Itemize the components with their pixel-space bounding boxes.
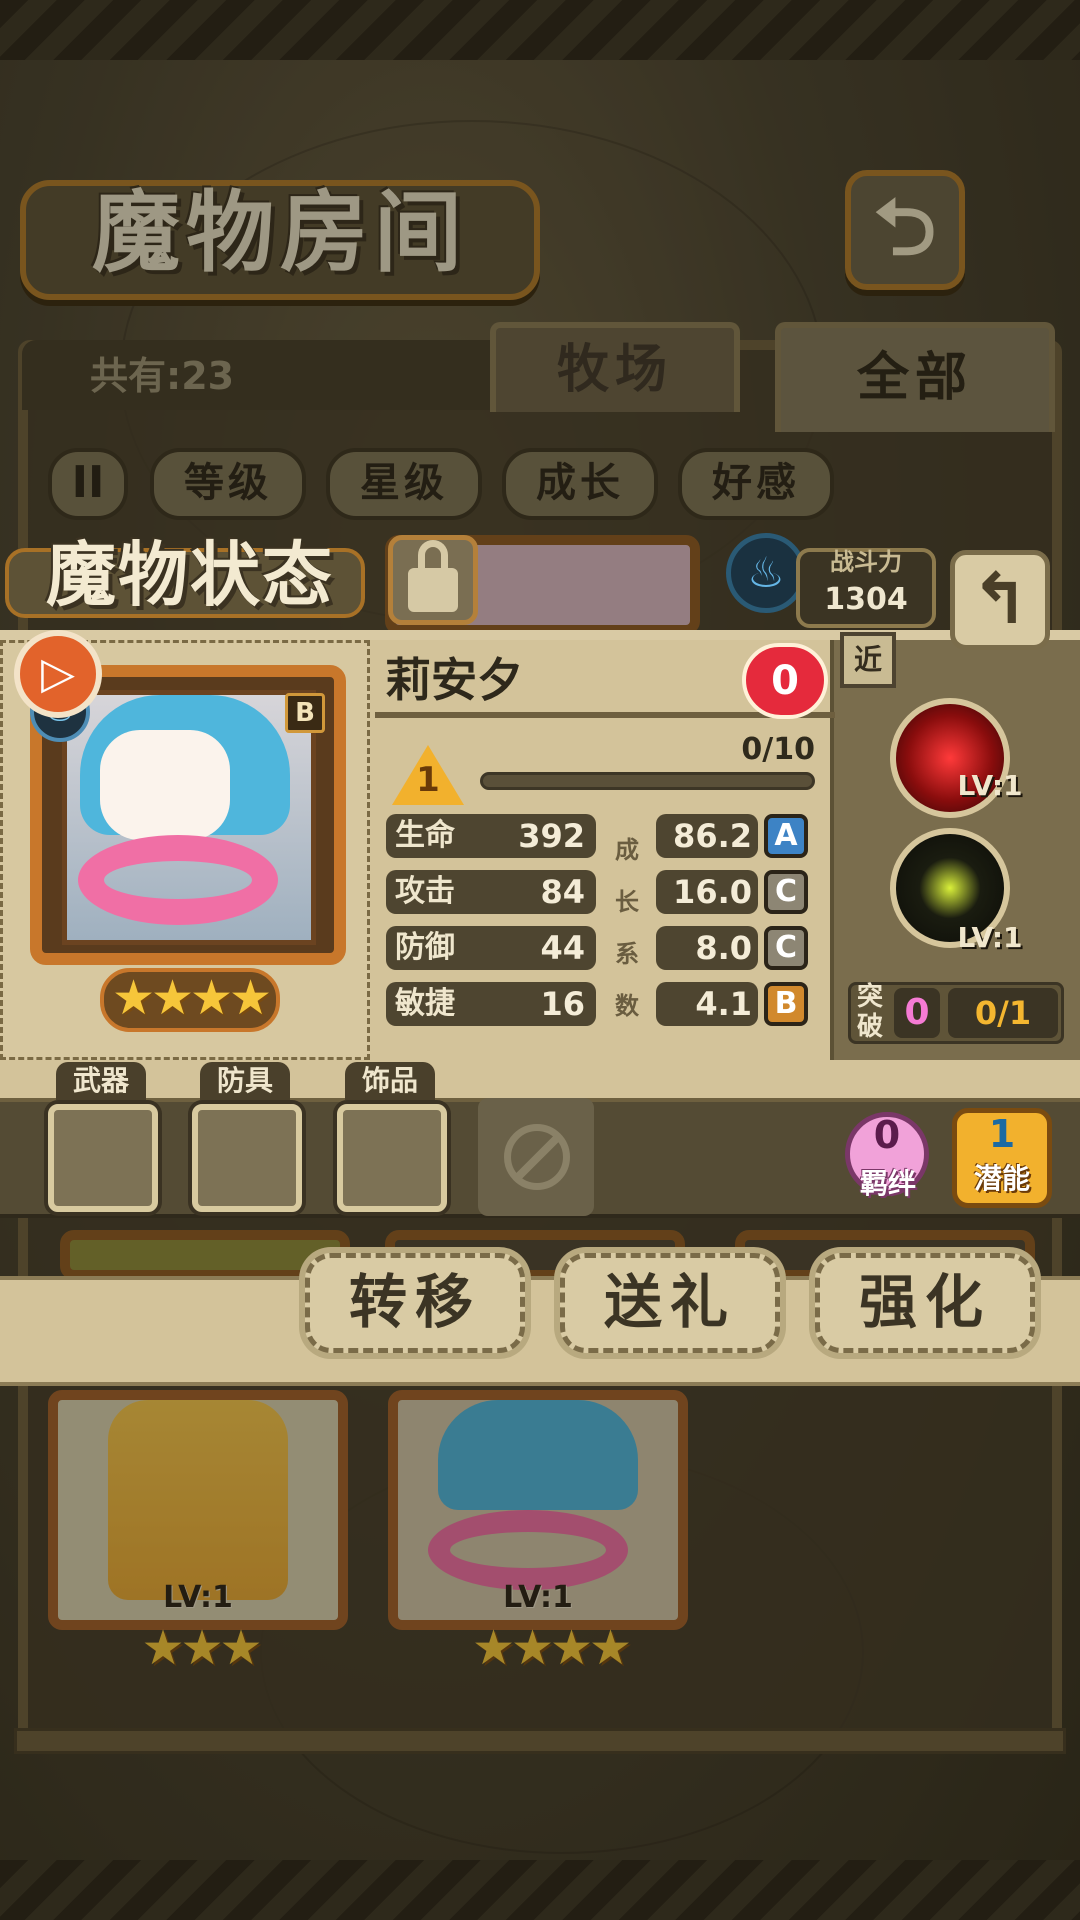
stat-value: 16 (540, 985, 585, 1023)
growth-grade-badge: A (764, 814, 808, 858)
status-close-button[interactable]: ↰ (950, 550, 1050, 650)
monster-name: 莉安夕 (385, 653, 523, 707)
growth-vertical-label: 数 (615, 992, 639, 1020)
heart-affection-icon[interactable]: 0 (742, 643, 828, 719)
armor-label: 防具 (200, 1062, 290, 1100)
potential-label: 潜能 (973, 1162, 1030, 1195)
armor-slot[interactable] (192, 1104, 302, 1212)
potential-value: 1 (988, 1112, 1016, 1156)
stat-label: 敏捷 (395, 986, 455, 1021)
growth-value: 8.0 (695, 929, 752, 967)
growth-grade-badge: B (764, 982, 808, 1026)
breakthrough-label: 突破 (856, 982, 883, 1042)
monster-level: 1 (416, 760, 440, 800)
combat-power-label: 战斗力 (830, 548, 902, 576)
enhance-button[interactable]: 强化 (815, 1253, 1035, 1353)
growth-value: 86.2 (673, 817, 752, 855)
stat-label: 生命 (395, 818, 455, 853)
growth-vertical-label: 系 (615, 940, 639, 968)
status-title: 魔物状态 (46, 534, 334, 616)
monster-stars: ★★★★ (111, 970, 272, 1026)
stat-value: 392 (518, 817, 585, 855)
growth-vertical-label: 成 (615, 836, 639, 864)
breakthrough-progress: 0/1 (948, 988, 1058, 1038)
weapon-slot[interactable] (48, 1104, 158, 1212)
monster-face (100, 730, 230, 840)
return-arrow-icon: ↰ (970, 558, 1030, 640)
growth-value: 16.0 (673, 873, 752, 911)
growth-grade-badge: C (764, 870, 808, 914)
range-tag: 近 (840, 632, 896, 688)
bond-value: 0 (873, 1113, 901, 1157)
lock-icon-body (408, 568, 458, 612)
stat-label: 防御 (395, 930, 455, 965)
water-element-icon: ♨ (726, 533, 806, 613)
equipment-label-strip (0, 1060, 1080, 1100)
gift-button[interactable]: 送礼 (560, 1253, 780, 1353)
stat-value: 44 (540, 929, 585, 967)
exp-text: 0/10 (741, 732, 815, 767)
growth-grade-badge: C (764, 926, 808, 970)
skill-level: LV:1 (957, 769, 1023, 802)
combat-power-value: 1304 (824, 582, 908, 617)
breakthrough-count: 0 (894, 988, 940, 1038)
transfer-button[interactable]: 转移 (305, 1253, 525, 1353)
class-emblem-icon: ▷ (14, 630, 102, 718)
exp-bar (480, 772, 815, 790)
bond-label: 羁绊 (859, 1167, 916, 1200)
weapon-label: 武器 (56, 1062, 146, 1100)
swim-ring-decoration (78, 835, 278, 925)
stat-value: 84 (540, 873, 585, 911)
accessory-slot[interactable] (337, 1104, 447, 1212)
growth-vertical-label: 长 (615, 888, 639, 916)
accessory-label: 饰品 (345, 1062, 435, 1100)
stat-label: 攻击 (395, 874, 455, 909)
growth-value: 4.1 (695, 985, 752, 1023)
skill-level: LV:1 (957, 921, 1023, 954)
rank-badge: B (285, 693, 325, 733)
